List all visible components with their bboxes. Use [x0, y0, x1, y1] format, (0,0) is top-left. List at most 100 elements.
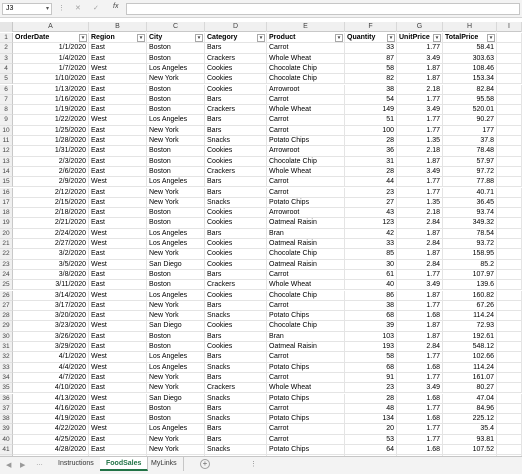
table-cell[interactable]: 149: [345, 105, 397, 116]
empty-cell[interactable]: [497, 424, 522, 435]
table-cell[interactable]: Bars: [205, 434, 267, 445]
table-cell[interactable]: 1.77: [397, 269, 443, 281]
table-cell[interactable]: 2.84: [397, 342, 443, 353]
table-cell[interactable]: Cookies: [205, 342, 267, 353]
table-cell[interactable]: Cookies: [205, 239, 267, 250]
table-cell[interactable]: 1/19/2020: [13, 105, 89, 116]
table-cell[interactable]: 1/16/2020: [13, 94, 89, 106]
table-cell[interactable]: Potato Chips: [267, 362, 345, 373]
row-header[interactable]: 27: [0, 300, 13, 312]
table-cell[interactable]: West: [89, 239, 147, 250]
add-sheet-icon[interactable]: +: [200, 459, 210, 469]
table-cell[interactable]: Chocolate Chip: [267, 63, 345, 75]
table-cell[interactable]: East: [89, 208, 147, 219]
row-header[interactable]: 30: [0, 331, 13, 342]
table-cell[interactable]: Los Angeles: [147, 352, 205, 363]
table-cell[interactable]: Chocolate Chip: [267, 321, 345, 332]
table-cell[interactable]: 4/13/2020: [13, 393, 89, 404]
table-cell[interactable]: Arrowroot: [267, 84, 345, 95]
row-header[interactable]: 31: [0, 342, 13, 353]
table-cell[interactable]: 3/17/2020: [13, 300, 89, 312]
table-cell[interactable]: Carrot: [267, 94, 345, 106]
table-cell[interactable]: 1.87: [397, 331, 443, 342]
column-header-c[interactable]: C: [147, 22, 205, 32]
table-cell[interactable]: 2/18/2020: [13, 208, 89, 219]
table-cell[interactable]: Boston: [147, 331, 205, 342]
empty-cell[interactable]: [497, 393, 522, 404]
table-cell[interactable]: 1.77: [397, 372, 443, 384]
table-cell[interactable]: 68: [345, 311, 397, 322]
table-cell[interactable]: Chocolate Chip: [267, 290, 345, 301]
table-cell[interactable]: Oatmeal Raisin: [267, 342, 345, 353]
table-cell[interactable]: Whole Wheat: [267, 280, 345, 291]
spreadsheet-grid[interactable]: ABCDEFGHI 1 OrderDate ▾ Region ▾ City ▾ Categor…: [0, 22, 522, 456]
table-cell[interactable]: 1.77: [397, 403, 443, 415]
empty-cell[interactable]: [497, 414, 522, 425]
table-cell[interactable]: 54: [345, 94, 397, 106]
table-cell[interactable]: Boston: [147, 105, 205, 116]
table-cell[interactable]: East: [89, 300, 147, 312]
row-header[interactable]: 13: [0, 156, 13, 167]
empty-cell[interactable]: [497, 156, 522, 167]
table-cell[interactable]: Cookies: [205, 321, 267, 332]
empty-cell[interactable]: [497, 290, 522, 301]
table-cell[interactable]: East: [89, 43, 147, 54]
table-cell[interactable]: West: [89, 424, 147, 435]
table-cell[interactable]: Bars: [205, 177, 267, 188]
table-cell[interactable]: West: [89, 177, 147, 188]
table-cell[interactable]: Cookies: [205, 259, 267, 270]
table-cell[interactable]: Cookies: [205, 84, 267, 95]
table-cell[interactable]: 86: [345, 290, 397, 301]
table-cell[interactable]: Cookies: [205, 208, 267, 219]
table-cell[interactable]: Chocolate Chip: [267, 249, 345, 260]
row-header[interactable]: 4: [0, 63, 13, 75]
table-cell[interactable]: Los Angeles: [147, 177, 205, 188]
empty-cell[interactable]: [497, 74, 522, 85]
table-cell[interactable]: New York: [147, 300, 205, 312]
table-cell[interactable]: 107.97: [443, 269, 497, 281]
table-cell[interactable]: Carrot: [267, 115, 345, 126]
table-cell[interactable]: East: [89, 125, 147, 136]
table-cell[interactable]: Carrot: [267, 424, 345, 435]
table-cell[interactable]: 3/29/2020: [13, 342, 89, 353]
table-cell[interactable]: 225.12: [443, 414, 497, 425]
table-cell[interactable]: Cookies: [205, 63, 267, 75]
table-cell[interactable]: Cookies: [205, 249, 267, 260]
header-cell[interactable]: UnitPrice ▾: [397, 33, 443, 44]
row-header[interactable]: 15: [0, 177, 13, 188]
table-cell[interactable]: 303.63: [443, 53, 497, 64]
table-cell[interactable]: Los Angeles: [147, 424, 205, 435]
table-cell[interactable]: 93.72: [443, 239, 497, 250]
table-cell[interactable]: 40.71: [443, 187, 497, 198]
table-cell[interactable]: Snacks: [205, 311, 267, 322]
table-cell[interactable]: 4/19/2020: [13, 414, 89, 425]
column-header-d[interactable]: D: [205, 22, 267, 32]
table-cell[interactable]: 44: [345, 177, 397, 188]
table-cell[interactable]: 4/1/2020: [13, 352, 89, 363]
table-cell[interactable]: Carrot: [267, 434, 345, 445]
table-cell[interactable]: 2/12/2020: [13, 187, 89, 198]
column-header-g[interactable]: G: [397, 22, 443, 32]
row-header[interactable]: 7: [0, 94, 13, 106]
table-cell[interactable]: Boston: [147, 156, 205, 167]
table-cell[interactable]: 80.27: [443, 383, 497, 394]
table-cell[interactable]: 2.84: [397, 239, 443, 250]
table-cell[interactable]: 3/5/2020: [13, 259, 89, 270]
table-cell[interactable]: Bars: [205, 300, 267, 312]
row-header[interactable]: 25: [0, 280, 13, 291]
table-cell[interactable]: 1.77: [397, 43, 443, 54]
table-cell[interactable]: 40: [345, 280, 397, 291]
table-cell[interactable]: 78.54: [443, 228, 497, 239]
table-cell[interactable]: Carrot: [267, 372, 345, 384]
empty-cell[interactable]: [497, 84, 522, 95]
header-cell[interactable]: Region ▾: [89, 33, 147, 44]
table-cell[interactable]: Boston: [147, 84, 205, 95]
table-cell[interactable]: Crackers: [205, 53, 267, 64]
table-cell[interactable]: 68: [345, 362, 397, 373]
column-header-b[interactable]: B: [89, 22, 147, 32]
table-cell[interactable]: East: [89, 156, 147, 167]
table-cell[interactable]: 349.32: [443, 218, 497, 229]
table-cell[interactable]: 1.77: [397, 177, 443, 188]
header-cell[interactable]: Quantity ▾: [345, 33, 397, 44]
row-header[interactable]: 3: [0, 53, 13, 64]
